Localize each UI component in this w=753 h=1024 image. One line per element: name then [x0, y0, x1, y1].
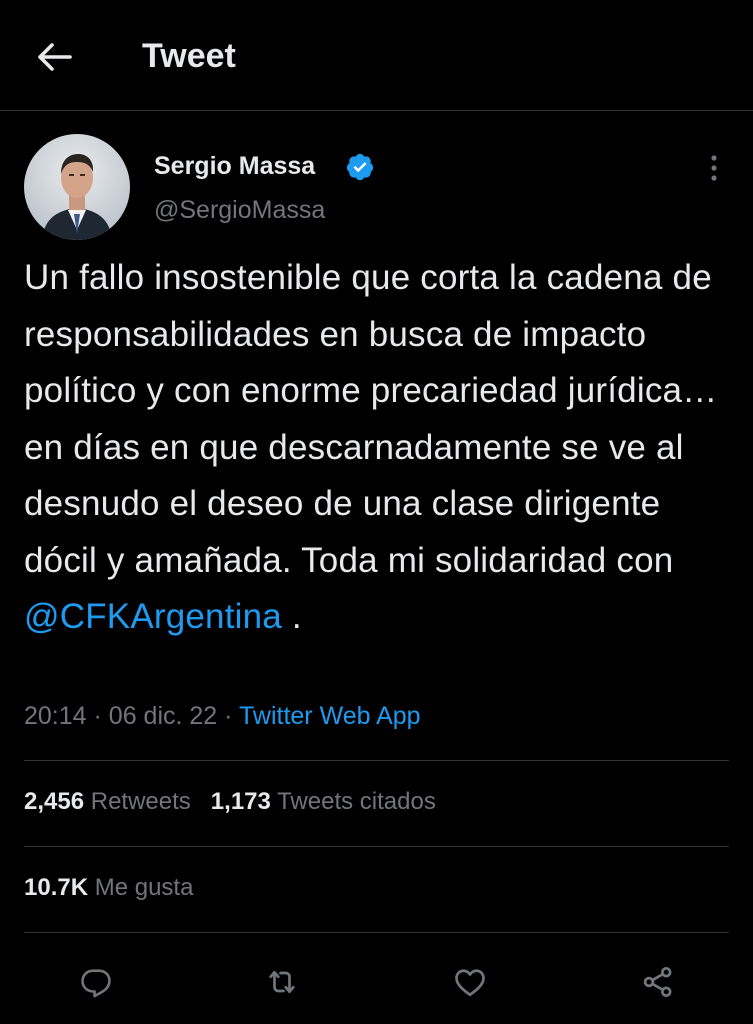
retweet-stats-row: 2,456 Retweets 1,173 Tweets citados — [24, 786, 436, 818]
back-button[interactable] — [28, 34, 80, 80]
retweets-count: 2,456 — [24, 788, 85, 815]
reply-icon — [81, 969, 111, 998]
tweet-date[interactable]: 06 dic. 22 — [109, 702, 217, 730]
verified-badge-icon — [345, 152, 375, 182]
divider — [24, 760, 729, 761]
likes-label: Me gusta — [94, 874, 194, 901]
tweet-text-end: . — [281, 597, 302, 636]
tweet-text: Un fallo insostenible que corta la caden… — [24, 250, 736, 646]
retweet-button[interactable] — [252, 952, 312, 1012]
meta-separator: · — [224, 702, 233, 730]
profile-photo — [24, 134, 130, 240]
like-button[interactable] — [440, 952, 500, 1012]
tweet-meta: 20:14 · 06 dic. 22 · Twitter Web App — [24, 700, 421, 732]
author-handle[interactable]: @SergioMassa — [154, 194, 325, 226]
share-button[interactable] — [628, 952, 688, 1012]
divider — [24, 932, 729, 933]
avatar[interactable] — [24, 134, 130, 240]
arrow-left-icon — [38, 43, 72, 71]
tweet-time[interactable]: 20:14 — [24, 702, 87, 730]
likes-count: 10.7K — [24, 874, 89, 901]
retweet-icon — [269, 970, 295, 994]
quote-tweets-stat[interactable]: 1,173 Tweets citados — [211, 788, 436, 815]
reply-button[interactable] — [66, 952, 126, 1012]
retweets-stat[interactable]: 2,456 Retweets — [24, 788, 191, 815]
action-bar — [0, 952, 753, 1012]
meta-separator: · — [93, 702, 102, 730]
more-options-button[interactable] — [696, 148, 732, 188]
divider — [24, 846, 729, 847]
more-vertical-icon — [711, 155, 717, 181]
like-icon — [455, 969, 485, 997]
mention-link[interactable]: @CFKArgentina — [24, 597, 282, 636]
quotes-count: 1,173 — [210, 788, 271, 815]
retweets-label: Retweets — [90, 788, 191, 815]
likes-stats-row: 10.7K Me gusta — [24, 872, 193, 904]
top-bar: Tweet — [0, 0, 753, 111]
page-title: Tweet — [142, 37, 236, 75]
quotes-label: Tweets citados — [277, 788, 436, 815]
tweet-text-body: Un fallo insostenible que corta la caden… — [24, 258, 718, 580]
tweet-source-link[interactable]: Twitter Web App — [239, 702, 421, 730]
tweet-detail-screen: Tweet Sergio Massa @SergioMassa Un fallo… — [0, 0, 753, 1024]
share-icon — [643, 967, 672, 997]
likes-stat[interactable]: 10.7K Me gusta — [24, 874, 193, 901]
author-name[interactable]: Sergio Massa — [154, 150, 315, 182]
